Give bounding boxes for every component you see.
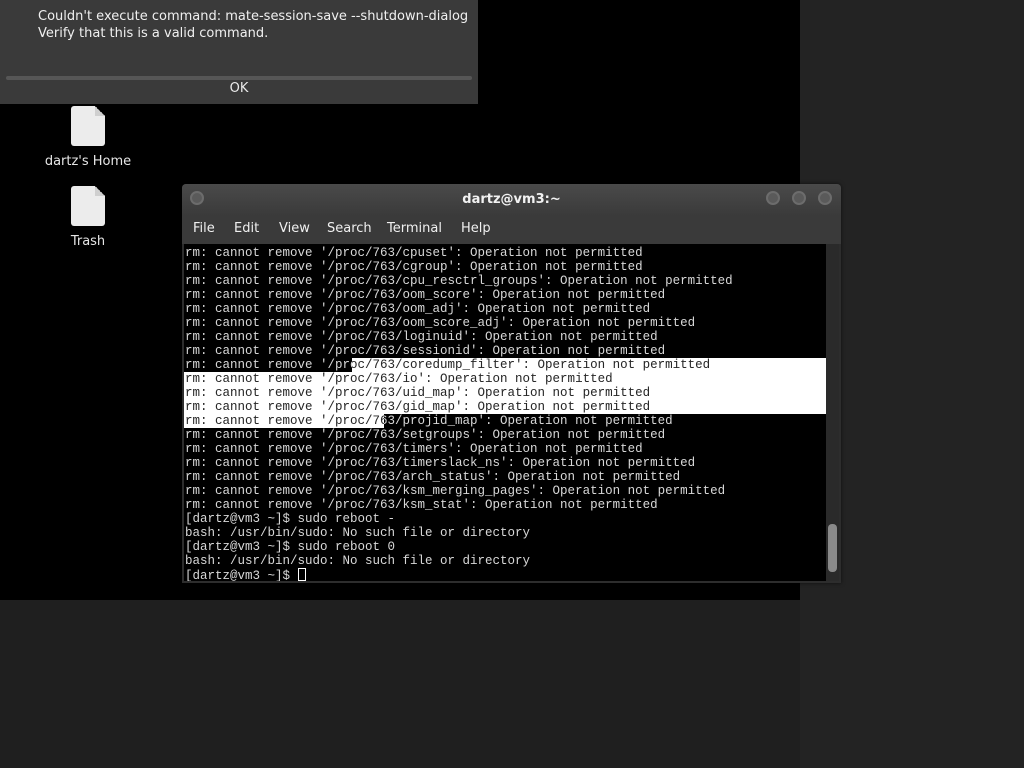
outer-background-bottom	[0, 600, 800, 768]
terminal-line: rm: cannot remove '/proc/763/timers': Op…	[185, 442, 643, 456]
menu-view[interactable]: View	[279, 221, 310, 236]
terminal-window: dartz@vm3:~ File Edit View Search Termin…	[182, 184, 841, 583]
error-dialog: Couldn't execute command: mate-session-s…	[0, 0, 478, 104]
terminal-line: rm: cannot remove '/proc/763/cpuset': Op…	[185, 246, 643, 260]
terminal-line: rm: cannot remove '/proc/763/projid_map'…	[185, 414, 673, 428]
terminal-line: rm: cannot remove '/proc/763/oom_score':…	[185, 288, 666, 302]
minimize-icon[interactable]	[766, 191, 780, 205]
terminal-prompt: [dartz@vm3 ~]$	[185, 569, 298, 581]
desktop-icon-trash[interactable]: Trash	[38, 186, 138, 249]
close-icon[interactable]	[818, 191, 832, 205]
terminal-line: rm: cannot remove '/proc/763/ksm_merging…	[185, 484, 726, 498]
menu-search[interactable]: Search	[327, 221, 372, 236]
terminal-line: rm: cannot remove '/proc/763/loginuid': …	[185, 330, 658, 344]
scrollbar-thumb[interactable]	[828, 524, 837, 572]
desktop-icon-label: Trash	[70, 234, 106, 249]
terminal-prompt-line[interactable]: [dartz@vm3 ~]$	[185, 568, 306, 581]
terminal-line: rm: cannot remove '/proc/763/cpu_resctrl…	[185, 274, 733, 288]
menu-help[interactable]: Help	[461, 221, 491, 236]
terminal-line: rm: cannot remove '/proc/763/oom_score_a…	[185, 316, 696, 330]
terminal-line: rm: cannot remove '/proc/763/setgroups':…	[185, 428, 666, 442]
terminal-line: rm: cannot remove '/proc/763/uid_map': O…	[185, 386, 651, 400]
error-message: Couldn't execute command: mate-session-s…	[38, 8, 468, 42]
home-folder-icon	[71, 106, 105, 146]
maximize-icon[interactable]	[792, 191, 806, 205]
window-title: dartz@vm3:~	[462, 192, 561, 207]
terminal-line: rm: cannot remove '/proc/763/arch_status…	[185, 470, 681, 484]
terminal-menubar: File Edit View Search Terminal Help	[182, 216, 841, 244]
trash-icon	[71, 186, 105, 226]
terminal-scrollbar[interactable]	[826, 244, 839, 581]
menu-terminal[interactable]: Terminal	[387, 221, 442, 236]
terminal-line: [dartz@vm3 ~]$ sudo reboot -	[185, 512, 396, 526]
menu-edit[interactable]: Edit	[234, 221, 259, 236]
terminal-line: rm: cannot remove '/proc/763/io': Operat…	[185, 372, 613, 386]
terminal-line: rm: cannot remove '/proc/763/timerslack_…	[185, 456, 696, 470]
terminal-line: rm: cannot remove '/proc/763/gid_map': O…	[185, 400, 651, 414]
terminal-line: rm: cannot remove '/proc/763/sessionid':…	[185, 344, 666, 358]
desktop-icon-home[interactable]: dartz's Home	[38, 106, 138, 169]
terminal-line: rm: cannot remove '/proc/763/oom_adj': O…	[185, 302, 651, 316]
desktop-icon-label: dartz's Home	[44, 154, 132, 169]
terminal-line: [dartz@vm3 ~]$ sudo reboot 0	[185, 540, 396, 554]
terminal-line: rm: cannot remove '/proc/763/cgroup': Op…	[185, 260, 643, 274]
text-cursor	[297, 568, 306, 581]
terminal-line: bash: /usr/bin/sudo: No such file or dir…	[185, 554, 531, 568]
terminal-line: bash: /usr/bin/sudo: No such file or dir…	[185, 526, 531, 540]
terminal-line: rm: cannot remove '/proc/763/coredump_fi…	[185, 358, 711, 372]
terminal-output[interactable]: rm: cannot remove '/proc/763/cpuset': Op…	[184, 244, 826, 581]
error-message-line1: Couldn't execute command: mate-session-s…	[38, 9, 469, 24]
ok-button[interactable]: OK	[0, 80, 478, 98]
menu-file[interactable]: File	[193, 221, 215, 236]
terminal-titlebar[interactable]: dartz@vm3:~	[182, 184, 841, 216]
terminal-line: rm: cannot remove '/proc/763/ksm_stat': …	[185, 498, 658, 512]
error-message-line2: Verify that this is a valid command.	[38, 26, 269, 41]
